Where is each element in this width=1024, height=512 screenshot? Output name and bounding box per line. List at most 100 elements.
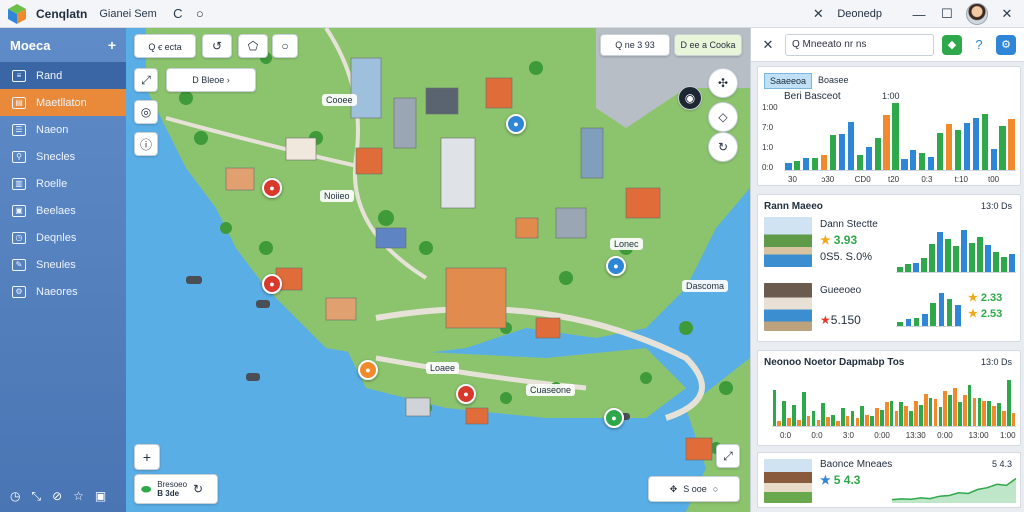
clock-footer-icon[interactable]: ◷ [10, 489, 20, 504]
pin-button[interactable]: ◆ [942, 34, 962, 55]
draw-tool-button[interactable]: ⤢ [134, 68, 158, 92]
property-image[interactable] [764, 283, 812, 331]
polygon-tool-button[interactable]: ⬠ [238, 34, 268, 58]
map-marker-blue[interactable]: ● [606, 256, 626, 276]
map-marker-red[interactable]: ● [262, 274, 282, 294]
chart-bar [860, 405, 865, 426]
chart-bar [883, 115, 890, 170]
close-icon[interactable]: ✕ [759, 36, 777, 54]
title-menu[interactable]: Gianei Sem [99, 8, 156, 20]
star-icon: ★ [820, 233, 831, 247]
user-label[interactable]: Deonedp [837, 8, 882, 20]
stats-card-3: Neonoo Noetor Dapmabp Tos 13:0 Ds 0:0 0:0… [757, 350, 1021, 446]
sidebar-item[interactable]: ☰ Naeon [0, 116, 126, 143]
search-icon[interactable]: ○ [191, 5, 209, 23]
chart-bar [937, 232, 943, 272]
image-footer-icon[interactable]: ▣ [95, 489, 106, 504]
axis-tick-label: 1:00 [762, 103, 778, 112]
place-label: Dascoma [682, 280, 729, 292]
bottom-right-bar[interactable]: ✥ S ooe ○ [648, 476, 740, 502]
link-footer-icon[interactable]: ⊘ [52, 489, 62, 504]
stats-card-4: Baonce Mneaes ★ 5 4.3 5 4.3 [757, 452, 1021, 508]
star-icon: ★ [968, 292, 978, 304]
chart-bar [787, 418, 791, 426]
axis-tick-label: 0:00 [937, 431, 953, 440]
sidebar-item[interactable]: ▤ Maetllaton [0, 89, 126, 116]
property-name[interactable]: Dann Stectte [820, 219, 878, 230]
circle-tool-button[interactable]: ○ [272, 34, 298, 58]
chart-bar [914, 400, 918, 426]
map-canvas[interactable] [126, 28, 750, 512]
compass-footer-icon[interactable]: ⤡ [31, 489, 41, 504]
map-search-button[interactable]: Q ꞓ ecta [134, 34, 196, 58]
bottom-left-card[interactable]: ⬬ Bresoeo B 3de ↻ [134, 474, 218, 504]
map-marker-red[interactable]: ● [456, 384, 476, 404]
property-image[interactable] [764, 459, 812, 503]
minimize-icon[interactable]: — [910, 5, 928, 23]
close-panel-icon[interactable]: ✕ [809, 5, 827, 23]
map-view[interactable]: Q ꞓ ecta ↺ ⬠ ○ Q ne 3 93 D ee a Cooka ⤢ … [126, 28, 750, 512]
chart-bar [838, 133, 846, 170]
reload-icon[interactable]: ↻ [193, 482, 203, 496]
panel-search-input[interactable]: Q Mneeato nr ns [785, 33, 934, 56]
star-footer-icon[interactable]: ☆ [73, 489, 84, 504]
tab-secondary[interactable]: Boasee [818, 75, 849, 85]
refresh-map-button[interactable]: ↻ [708, 132, 738, 162]
chart-bar [797, 419, 801, 426]
map-marker-red[interactable]: ● [262, 178, 282, 198]
sidebar-item-label: Naeores [36, 285, 78, 298]
map-label-top-right[interactable]: Q ne 3 93 [600, 34, 670, 56]
layers-button[interactable]: ◇ [708, 102, 738, 132]
info-button[interactable]: ⓘ [134, 132, 158, 156]
sidebar-item[interactable]: ≡ Rand [0, 62, 126, 89]
sidebar-item[interactable]: ◷ Deqnles [0, 224, 126, 251]
chart-bar [910, 149, 917, 170]
sidebar-item-label: Sneules [36, 258, 76, 271]
sidebar-item[interactable]: ✎ Sneules [0, 251, 126, 278]
target-button[interactable]: ◉ [678, 86, 702, 110]
property-name[interactable]: Gueeoeo [820, 285, 861, 296]
chart-bar [904, 405, 909, 426]
chart-bar [785, 163, 792, 170]
expand-button[interactable]: ⤢ [716, 444, 740, 468]
sidebar-item[interactable]: ⚙ Naeores [0, 278, 126, 305]
help-icon[interactable]: ? [970, 36, 988, 54]
map-badge-top-right[interactable]: D ee a Cooka [674, 34, 742, 56]
card3-chart [772, 375, 1016, 427]
map-marker-green[interactable]: ● [604, 408, 624, 428]
chart-bar [811, 410, 816, 426]
chart-bar [948, 395, 952, 426]
chart-bar [870, 415, 874, 426]
card4-area-chart [892, 477, 1016, 503]
chart-bar [945, 239, 951, 272]
sidebar-item[interactable]: ⚲ Snecles [0, 143, 126, 170]
nav-bar[interactable]: D Bleoe › [166, 68, 256, 92]
chart-bar [840, 408, 845, 426]
map-marker-orange[interactable]: ● [358, 360, 378, 380]
chart-bar [909, 410, 913, 426]
property-image[interactable] [764, 217, 812, 267]
chart-bar [997, 403, 1001, 426]
chart-bar [945, 124, 953, 170]
chart-bar [899, 401, 904, 426]
axis-tick-label: 13:30 [905, 431, 926, 440]
chart-bar [821, 155, 828, 170]
avatar[interactable] [966, 3, 988, 25]
sidebar-item[interactable]: ▥ Roelle [0, 170, 126, 197]
zoom-in-button[interactable]: + [134, 444, 160, 470]
maximize-icon[interactable]: ☐ [938, 5, 956, 23]
sidebar-item[interactable]: ▣ Beelaes [0, 197, 126, 224]
location-button[interactable]: ◎ [134, 100, 158, 124]
card1-label-right: 1:00 [882, 91, 900, 101]
property-name[interactable]: Baonce Mneaes [820, 459, 892, 470]
compass-button[interactable]: ✣ [708, 68, 738, 98]
recenter-button[interactable]: ↺ [202, 34, 232, 58]
refresh-icon[interactable]: C [169, 5, 187, 23]
settings-button[interactable]: ⚙ [996, 34, 1016, 55]
sidebar-item-label: Snecles [36, 150, 76, 163]
add-icon[interactable]: + [108, 37, 116, 53]
tab-active[interactable]: Saaeeoa [764, 73, 813, 89]
star-icon: ★ [968, 308, 978, 320]
close-window-icon[interactable]: ✕ [998, 5, 1016, 23]
map-marker-blue[interactable]: ● [506, 114, 526, 134]
